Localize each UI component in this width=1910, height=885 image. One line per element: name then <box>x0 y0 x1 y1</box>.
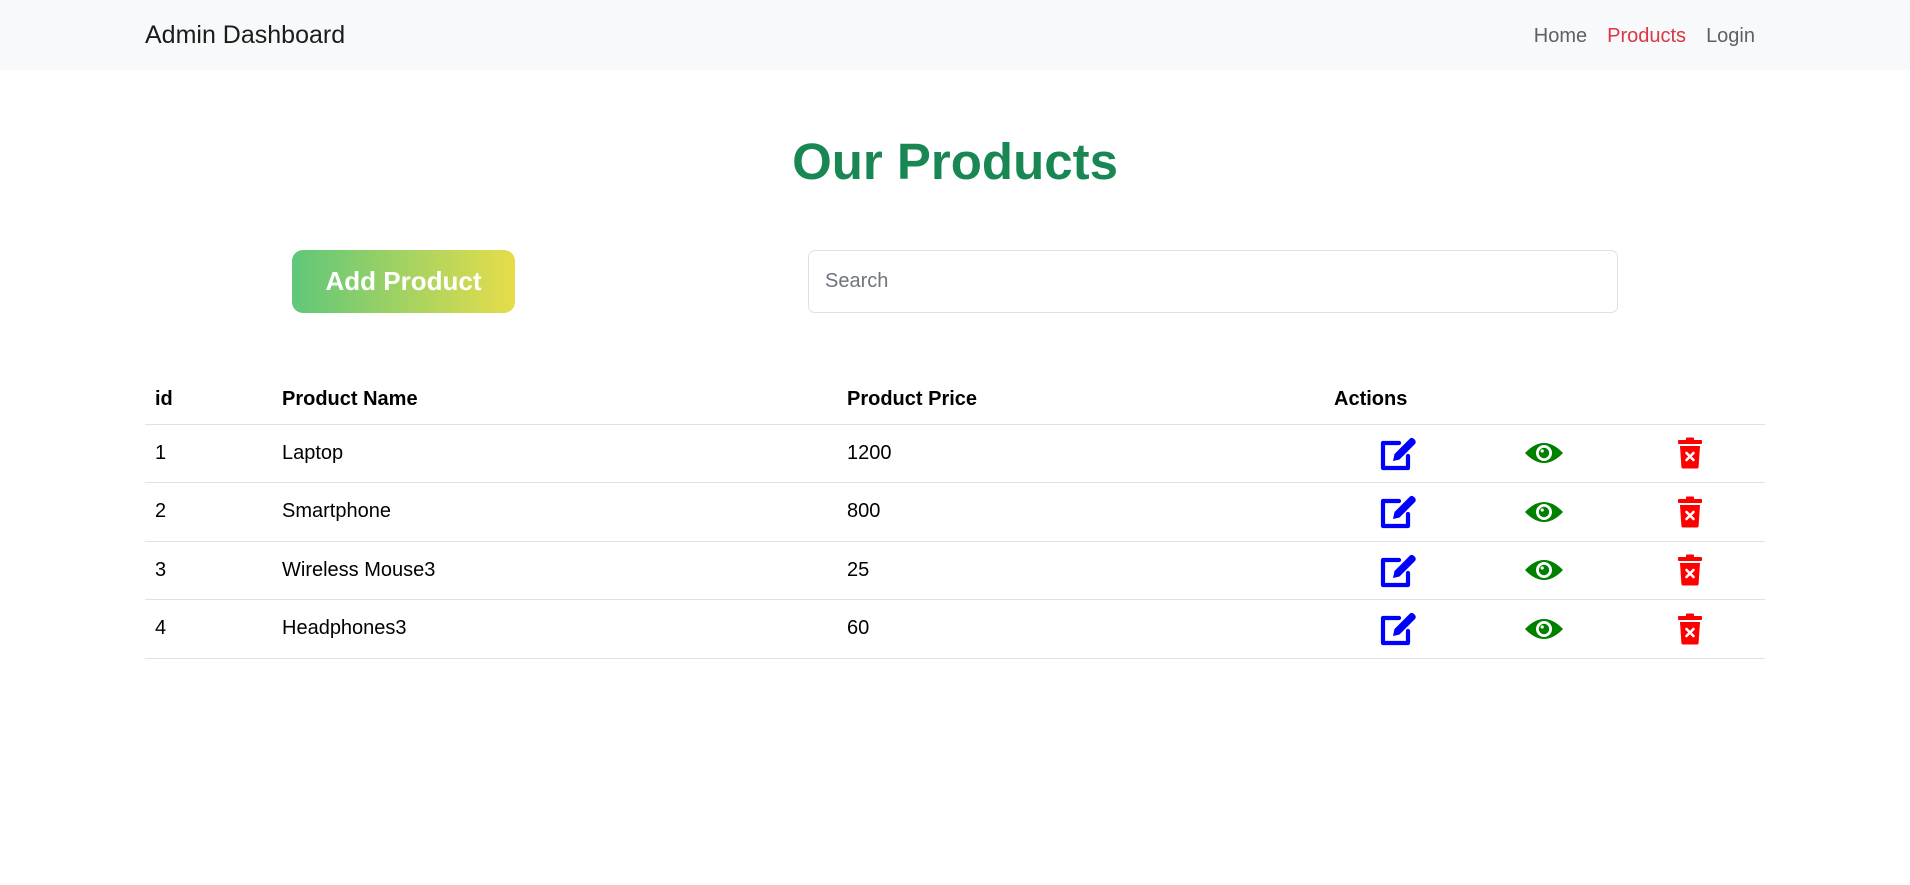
products-table: id Product Name Product Price Actions 1 … <box>145 376 1765 659</box>
cell-delete <box>1614 599 1765 659</box>
header-id: id <box>145 376 272 425</box>
trash-icon[interactable] <box>1677 613 1703 645</box>
cell-delete <box>1614 424 1765 483</box>
search-input[interactable] <box>808 250 1618 313</box>
brand-title[interactable]: Admin Dashboard <box>145 20 345 50</box>
add-product-button[interactable]: Add Product <box>292 250 515 313</box>
nav-links: Home Products Login <box>1534 22 1755 50</box>
nav-link-login[interactable]: Login <box>1706 22 1755 50</box>
header-product-name: Product Name <box>272 376 837 425</box>
cell-edit <box>1324 541 1474 600</box>
cell-product-name: Smartphone <box>272 482 837 542</box>
cell-view <box>1474 424 1614 483</box>
trash-icon[interactable] <box>1677 554 1703 586</box>
cell-product-price: 1200 <box>837 424 1324 483</box>
eye-icon[interactable] <box>1524 498 1564 526</box>
eye-icon[interactable] <box>1524 439 1564 467</box>
edit-icon[interactable] <box>1379 435 1419 472</box>
edit-icon[interactable] <box>1379 552 1419 589</box>
cell-product-name: Headphones3 <box>272 599 837 659</box>
header-product-price: Product Price <box>837 376 1324 425</box>
table-row: 4 Headphones3 60 <box>145 599 1765 659</box>
cell-view <box>1474 599 1614 659</box>
table-header-row: id Product Name Product Price Actions <box>145 376 1765 425</box>
cell-product-price: 800 <box>837 482 1324 542</box>
cell-id: 4 <box>145 599 272 659</box>
eye-icon[interactable] <box>1524 556 1564 584</box>
edit-icon[interactable] <box>1379 493 1419 530</box>
cell-product-name: Laptop <box>272 424 837 483</box>
cell-id: 1 <box>145 424 272 483</box>
cell-id: 2 <box>145 482 272 542</box>
cell-id: 3 <box>145 541 272 600</box>
nav-link-products[interactable]: Products <box>1607 22 1686 50</box>
cell-edit <box>1324 424 1474 483</box>
header-actions: Actions <box>1324 376 1765 425</box>
cell-edit <box>1324 599 1474 659</box>
page-title: Our Products <box>792 133 1118 190</box>
table-row: 1 Laptop 1200 <box>145 424 1765 483</box>
navbar: Admin Dashboard Home Products Login <box>0 0 1910 70</box>
cell-delete <box>1614 482 1765 542</box>
trash-icon[interactable] <box>1677 496 1703 528</box>
eye-icon[interactable] <box>1524 615 1564 643</box>
cell-edit <box>1324 482 1474 542</box>
cell-product-price: 25 <box>837 541 1324 600</box>
cell-view <box>1474 482 1614 542</box>
cell-delete <box>1614 541 1765 600</box>
table-body: 1 Laptop 1200 2 Smartphone 800 3 Wireles… <box>145 424 1765 659</box>
edit-icon[interactable] <box>1379 610 1419 647</box>
nav-link-home[interactable]: Home <box>1534 22 1587 50</box>
table-row: 3 Wireless Mouse3 25 <box>145 541 1765 600</box>
cell-product-name: Wireless Mouse3 <box>272 541 837 600</box>
cell-product-price: 60 <box>837 599 1324 659</box>
cell-view <box>1474 541 1614 600</box>
table-row: 2 Smartphone 800 <box>145 482 1765 542</box>
trash-icon[interactable] <box>1677 437 1703 469</box>
